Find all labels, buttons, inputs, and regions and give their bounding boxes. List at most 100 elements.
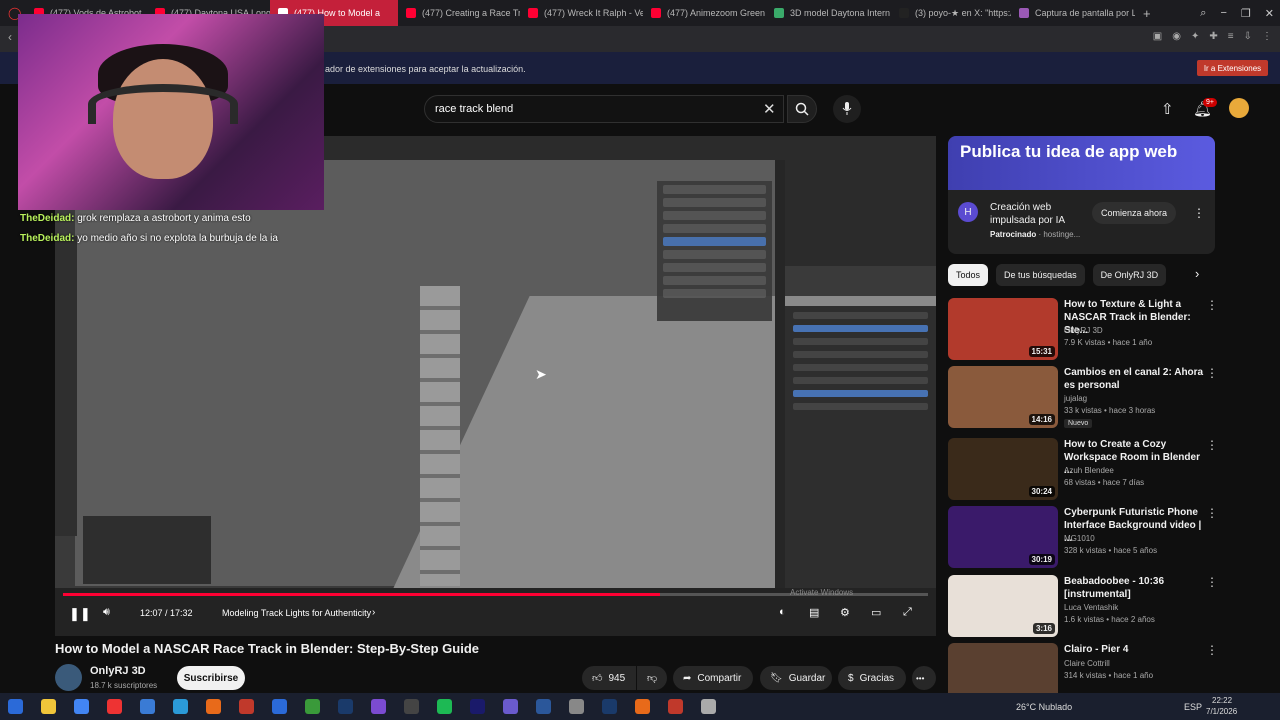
chip-from-channel[interactable]: De OnlyRJ 3D: [1092, 264, 1167, 286]
upload-icon[interactable]: ⇧: [1161, 100, 1174, 118]
subscribe-button[interactable]: Suscribirse: [177, 666, 245, 690]
search-input[interactable]: race track blend: [424, 95, 784, 123]
maximize-icon[interactable]: ❐: [1241, 7, 1251, 20]
pause-icon[interactable]: ❚❚: [69, 606, 91, 622]
channel-avatar[interactable]: [55, 664, 82, 691]
ad-banner[interactable]: Publica tu idea de app web: [948, 136, 1215, 190]
search-icon[interactable]: [41, 699, 56, 714]
browser-tab[interactable]: (477) Animezoom Green: [643, 0, 766, 26]
like-button[interactable]: 👍︎ 945: [582, 666, 636, 690]
dislike-button[interactable]: 👎︎: [637, 666, 667, 690]
browser-tab[interactable]: (477) Wreck It Ralph - Ve: [520, 0, 643, 26]
weather-widget[interactable]: 26°C Nublado: [1016, 702, 1072, 712]
video-menu-icon[interactable]: ⋮: [1206, 506, 1218, 520]
thanks-button[interactable]: $ Gracias: [838, 666, 906, 690]
spotify-icon[interactable]: [437, 699, 452, 714]
share-button[interactable]: ➦ Compartir: [673, 666, 753, 690]
video-menu-icon[interactable]: ⋮: [1206, 575, 1218, 589]
language-indicator[interactable]: ESP: [1184, 702, 1202, 712]
extension-icon[interactable]: ✦: [1191, 31, 1199, 42]
tab-search-icon[interactable]: ⌕: [1200, 7, 1206, 20]
app-icon[interactable]: [272, 699, 287, 714]
app-icon[interactable]: [305, 699, 320, 714]
settings-icon[interactable]: [701, 699, 716, 714]
clock-date[interactable]: 7/1/2026: [1206, 707, 1237, 716]
video-title[interactable]: Beabadoobee - 10:36 [instrumental]: [1064, 575, 1204, 601]
close-icon[interactable]: ✕: [1265, 7, 1274, 20]
ad-menu-icon[interactable]: ⋮: [1193, 206, 1205, 220]
app-icon[interactable]: [338, 699, 353, 714]
new-tab-button[interactable]: +: [1135, 0, 1159, 26]
chapter-chevron-icon[interactable]: ›: [372, 607, 375, 618]
ad-cta-button[interactable]: Comienza ahora: [1092, 202, 1176, 224]
settings-gear-icon[interactable]: ⚙: [840, 606, 850, 619]
video-channel[interactable]: jujalag: [1064, 394, 1087, 403]
channel-name[interactable]: OnlyRJ 3D: [90, 665, 146, 677]
video-title[interactable]: Clairo - Pier 4: [1064, 643, 1204, 656]
app-icon[interactable]: [503, 699, 518, 714]
puzzle-icon[interactable]: ✚: [1209, 31, 1217, 42]
chips-next-icon[interactable]: ›: [1195, 266, 1199, 281]
extension-icon[interactable]: ▣: [1153, 31, 1162, 42]
autoplay-toggle-icon[interactable]: ◐: [779, 606, 786, 618]
video-thumbnail[interactable]: 30:24: [948, 438, 1058, 500]
app-icon[interactable]: [569, 699, 584, 714]
video-channel[interactable]: Luca Ventashik: [1064, 603, 1118, 612]
recommended-video[interactable]: 3:16 Beabadoobee - 10:36 [instrumental] Lu…: [948, 575, 1268, 639]
clock-time[interactable]: 22:22: [1212, 696, 1232, 705]
recommended-video[interactable]: 30:19 Cyberpunk Futuristic Phone Interfac…: [948, 506, 1268, 570]
start-icon[interactable]: [8, 699, 23, 714]
video-menu-icon[interactable]: ⋮: [1206, 298, 1218, 312]
app-icon[interactable]: [404, 699, 419, 714]
menu-icon[interactable]: ⋮: [1262, 31, 1272, 42]
video-thumbnail[interactable]: 30:19: [948, 506, 1058, 568]
chip-from-searches[interactable]: De tus búsquedas: [996, 264, 1085, 286]
theater-mode-icon[interactable]: ▭: [871, 606, 881, 619]
video-menu-icon[interactable]: ⋮: [1206, 366, 1218, 380]
file-explorer-icon[interactable]: [74, 699, 89, 714]
app-icon[interactable]: [635, 699, 650, 714]
chip-all[interactable]: Todos: [948, 264, 989, 286]
video-thumbnail[interactable]: 14:16: [948, 366, 1058, 428]
opera-icon[interactable]: [140, 699, 155, 714]
video-player[interactable]: ➤ ❚❚ 🔊︎ 12:07 / 17:32 Modeling Track Lig…: [55, 136, 936, 636]
search-button[interactable]: [787, 95, 817, 123]
browser-tab[interactable]: 3D model Daytona Intern: [766, 0, 891, 26]
voice-search-button[interactable]: [833, 95, 861, 123]
chapter-title[interactable]: Modeling Track Lights for Authenticity: [222, 608, 371, 618]
browser-tab[interactable]: (477) Creating a Race Tr: [398, 0, 520, 26]
extension-icon[interactable]: ◉: [1172, 31, 1181, 42]
app-icon[interactable]: [371, 699, 386, 714]
video-channel[interactable]: MG1010: [1064, 534, 1095, 543]
browser-tab[interactable]: Captura de pantalla por L: [1011, 0, 1135, 26]
more-actions-button[interactable]: •••: [912, 666, 936, 690]
volume-icon[interactable]: 🔊︎: [103, 606, 110, 619]
clear-search-icon[interactable]: ✕: [763, 100, 776, 118]
video-title[interactable]: Cambios en el canal 2: Ahora es personal: [1064, 366, 1204, 392]
sponsored-ad[interactable]: Publica tu idea de app web H Creación we…: [948, 136, 1215, 254]
save-button[interactable]: 🔖︎ Guardar: [760, 666, 832, 690]
video-channel[interactable]: Claire Cottrill: [1064, 659, 1110, 668]
video-channel[interactable]: OnlyRJ 3D: [1064, 326, 1103, 335]
app-icon[interactable]: [668, 699, 683, 714]
blender-icon[interactable]: [239, 699, 254, 714]
edge-icon[interactable]: [173, 699, 188, 714]
video-channel[interactable]: Azuh Blendee: [1064, 466, 1114, 475]
app-icon[interactable]: [206, 699, 221, 714]
recommended-video[interactable]: 15:31 How to Texture & Light a NASCAR Tra…: [948, 298, 1268, 362]
browser-tab[interactable]: (3) poyo-★ en X: "https://: [891, 0, 1011, 26]
video-thumbnail[interactable]: 3:16: [948, 575, 1058, 637]
subtitles-icon[interactable]: ▤: [809, 606, 819, 619]
fullscreen-icon[interactable]: ⤢: [903, 606, 912, 619]
steam-icon[interactable]: [602, 699, 617, 714]
video-menu-icon[interactable]: ⋮: [1206, 643, 1218, 657]
download-icon[interactable]: ⇩: [1244, 31, 1252, 42]
recommended-video[interactable]: 30:24 How to Create a Cozy Workspace Room…: [948, 438, 1268, 502]
video-menu-icon[interactable]: ⋮: [1206, 438, 1218, 452]
recommended-video[interactable]: 14:16 Cambios en el canal 2: Ahora es per…: [948, 366, 1268, 430]
app-icon[interactable]: [470, 699, 485, 714]
video-thumbnail[interactable]: 15:31: [948, 298, 1058, 360]
chrome-icon[interactable]: [107, 699, 122, 714]
go-to-extensions-button[interactable]: Ir a Extensiones: [1197, 60, 1268, 76]
minimize-icon[interactable]: −: [1220, 7, 1226, 19]
